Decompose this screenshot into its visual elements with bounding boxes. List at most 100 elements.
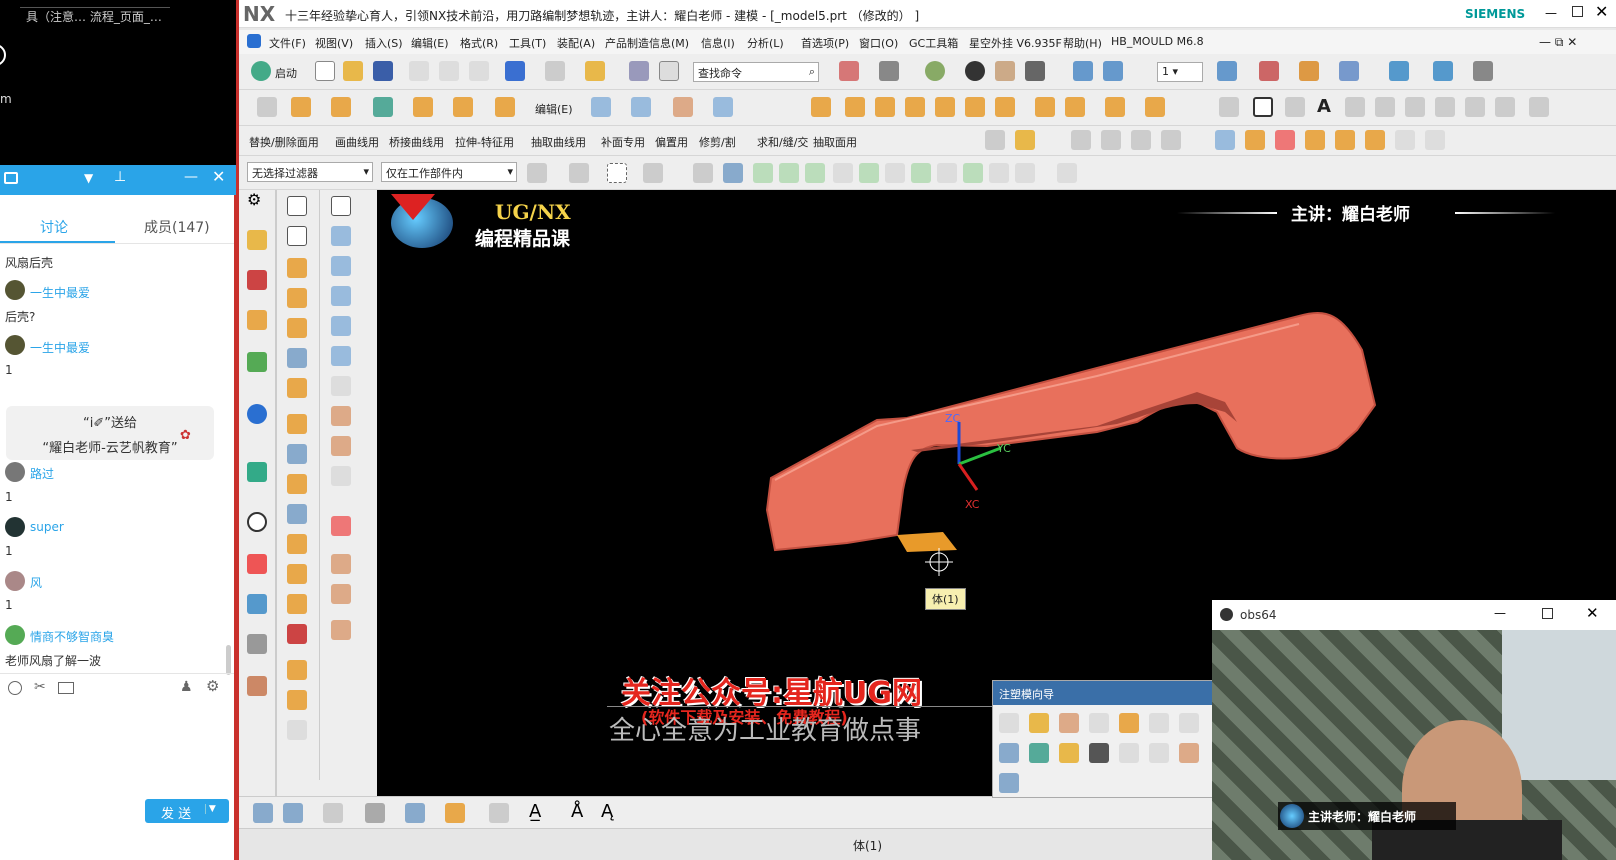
shell-icon[interactable] (935, 97, 955, 117)
chat-message-name[interactable]: 一生中最爱 (30, 339, 90, 356)
draft-icon[interactable] (965, 97, 985, 117)
wcs-icon[interactable] (1259, 61, 1279, 81)
mold-init-icon[interactable] (999, 713, 1019, 733)
note-icon[interactable]: Ą (601, 801, 613, 822)
scrollbar[interactable] (226, 645, 231, 675)
snap-existing-icon[interactable] (963, 163, 983, 183)
assembly-tool-icon[interactable] (283, 803, 303, 823)
book-tool-icon[interactable] (287, 504, 307, 524)
extrude-tool-icon[interactable] (287, 258, 307, 278)
avatar[interactable] (5, 335, 25, 355)
trim-icon[interactable] (713, 97, 733, 117)
menu-gc-toolbox[interactable]: GC工具箱 (909, 35, 958, 51)
line-icon[interactable] (1219, 97, 1239, 117)
block-tool-icon[interactable] (287, 288, 307, 308)
unite-icon[interactable] (811, 97, 831, 117)
avatar[interactable] (5, 462, 25, 482)
snap-intersection-icon[interactable] (885, 163, 905, 183)
snap-control-icon[interactable] (859, 163, 879, 183)
snap-end-icon[interactable] (779, 163, 799, 183)
mesh-icon[interactable] (673, 97, 693, 117)
cut-icon[interactable] (409, 61, 429, 81)
curve-join-icon[interactable] (1161, 130, 1181, 150)
redo-icon[interactable] (545, 61, 565, 81)
curve-extend-icon[interactable] (1131, 130, 1151, 150)
mold-ejector-icon[interactable] (1089, 743, 1109, 763)
chevron-down-icon[interactable]: ▼ (205, 804, 216, 814)
menu-insert[interactable]: 插入(S) (365, 35, 403, 51)
start-label[interactable]: 启动 (275, 65, 297, 81)
assembly-tool-icon[interactable] (323, 803, 343, 823)
select-all-icon[interactable] (569, 163, 589, 183)
body-select-icon[interactable] (723, 163, 743, 183)
chat-message-name[interactable]: 一生中最爱 (30, 284, 90, 301)
image-icon[interactable] (58, 682, 74, 694)
pad-tool-icon[interactable] (287, 444, 307, 464)
shading-icon[interactable] (965, 61, 985, 81)
rectangle-icon[interactable] (1253, 97, 1273, 117)
pattern-icon[interactable] (1065, 97, 1085, 117)
undo-icon[interactable] (505, 61, 525, 81)
assembly-tool-icon[interactable] (365, 803, 385, 823)
box-select-icon[interactable] (607, 163, 627, 183)
chat-message-name[interactable]: 情商不够智商臭 (30, 628, 114, 645)
curve-trim-icon[interactable] (1071, 130, 1091, 150)
mold-standard-icon[interactable] (1059, 743, 1079, 763)
toolbar-item-trim-split[interactable]: 修剪/割 (699, 134, 736, 150)
user-icon[interactable]: ♟ (180, 679, 193, 695)
assembly-tool-icon[interactable] (445, 803, 465, 823)
share-icon[interactable] (4, 172, 18, 184)
cube-tool-icon[interactable] (287, 720, 307, 740)
minimize-icon[interactable]: — (1494, 606, 1506, 620)
extract-curve-icon[interactable] (1465, 97, 1485, 117)
surface-tool-icon[interactable] (331, 466, 351, 486)
surface-tool-icon[interactable] (331, 406, 351, 426)
start-icon[interactable] (251, 61, 271, 81)
gear-icon[interactable]: ⚙ (247, 190, 261, 209)
assembly-tool-icon[interactable] (253, 803, 273, 823)
new-file-icon[interactable] (315, 61, 335, 81)
surface-tool-icon[interactable] (331, 554, 351, 574)
chat-message-name[interactable]: 风 (30, 574, 42, 591)
body-select-icon[interactable] (693, 163, 713, 183)
draft-face-icon[interactable] (1015, 130, 1035, 150)
hole-tool-icon[interactable] (287, 348, 307, 368)
mold-gate-icon[interactable] (1179, 743, 1199, 763)
snap-center-icon[interactable] (911, 163, 931, 183)
curve-split-icon[interactable] (1101, 130, 1121, 150)
sketch-icon[interactable] (257, 97, 277, 117)
datum-icon[interactable] (373, 97, 393, 117)
mold-csys-icon[interactable] (1029, 713, 1049, 733)
snap-mid-icon[interactable] (805, 163, 825, 183)
chat-message-name[interactable]: 路过 (30, 465, 54, 482)
clock-icon[interactable] (247, 512, 267, 532)
bridge-curve-icon[interactable] (1435, 97, 1455, 117)
scope-filter-select[interactable]: 仅在工作部件内 ▾ (381, 162, 517, 182)
avatar[interactable] (5, 517, 25, 537)
curve-icon[interactable] (1345, 97, 1365, 117)
minimize-icon[interactable]: — (1545, 6, 1557, 20)
toolbar-item-offset[interactable]: 偏置用 (655, 134, 688, 150)
block-icon[interactable] (413, 97, 433, 117)
avatar[interactable] (5, 280, 25, 300)
select-icon[interactable] (1339, 61, 1359, 81)
offset-icon[interactable] (905, 97, 925, 117)
toolbar-item-extract-face[interactable]: 抽取面用 (813, 134, 857, 150)
emoji-icon[interactable] (8, 681, 22, 695)
view-orient-icon[interactable] (1103, 61, 1123, 81)
minimize-icon[interactable]: — (184, 169, 198, 185)
surface-icon[interactable] (591, 97, 611, 117)
face-tool-icon[interactable] (1305, 130, 1325, 150)
type-filter-select[interactable]: 无选择过滤器 ▾ (247, 162, 373, 182)
blend-icon[interactable] (995, 97, 1015, 117)
delete-face-icon[interactable] (985, 130, 1005, 150)
menu-info[interactable]: 信息(I) (701, 35, 735, 51)
layer-select[interactable]: 1 ▾ (1157, 62, 1203, 82)
surface-tool-icon[interactable] (331, 584, 351, 604)
menu-edit[interactable]: 编辑(E) (411, 35, 449, 51)
surface-tool-icon[interactable] (331, 316, 351, 336)
menu-view[interactable]: 视图(V) (315, 35, 353, 51)
arc-icon[interactable] (1285, 97, 1305, 117)
snap-point-icon[interactable] (753, 163, 773, 183)
isoparametric-icon[interactable] (1529, 97, 1549, 117)
